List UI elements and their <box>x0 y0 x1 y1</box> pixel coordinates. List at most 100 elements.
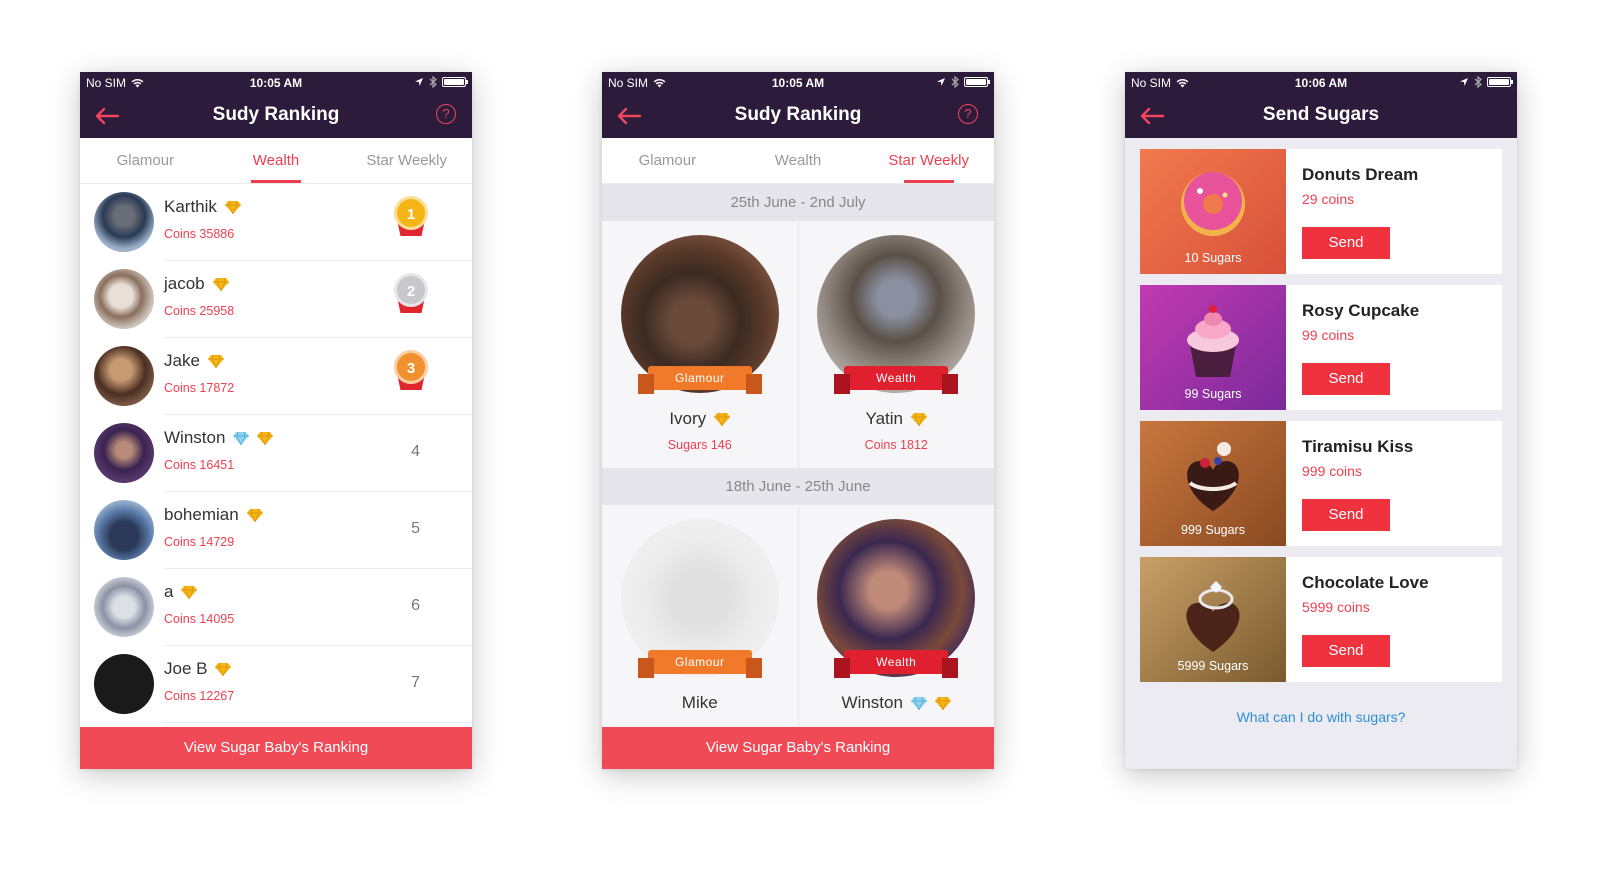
list-item[interactable]: Winston Coins 16451 4 <box>80 415 472 492</box>
wealth-ribbon-icon: Wealth <box>834 366 959 394</box>
list-item[interactable]: Jake Coins 17872 3 <box>80 338 472 415</box>
sugars-count: 5999 Sugars <box>1177 659 1249 673</box>
send-button[interactable]: Send <box>1302 363 1390 395</box>
help-icon[interactable]: ? <box>436 104 456 124</box>
user-name: Joe B <box>164 659 208 678</box>
winner-name: Mike <box>681 693 718 712</box>
send-button[interactable]: Send <box>1302 499 1390 531</box>
page-title: Sudy Ranking <box>212 104 340 125</box>
phone-send-sugars: No SIM 10:06 AM Send Sugars 10 Sugars Do… <box>1125 72 1517 769</box>
avatar <box>94 500 154 560</box>
gold-medal-icon: 1 <box>394 196 428 240</box>
gift-list: 10 Sugars Donuts Dream 29 coins Send 99 … <box>1125 138 1517 769</box>
gift-price: 5999 coins <box>1302 599 1370 615</box>
tab-star-weekly[interactable]: Star Weekly <box>341 138 472 183</box>
gold-diamond-icon <box>207 354 224 368</box>
gold-diamond-icon <box>911 412 927 426</box>
nav-bar: Sudy Ranking ? <box>80 94 472 138</box>
nav-bar: Sudy Ranking ? <box>602 94 994 138</box>
coins-label: Coins 14095 <box>164 612 235 626</box>
week-range: 18th June - 25th June <box>602 468 994 505</box>
sugars-count: 999 Sugars <box>1181 523 1245 537</box>
winner-card-glamour[interactable]: Glamour Ivory Sugars 146 <box>602 221 799 468</box>
sugars-count: 10 Sugars <box>1184 251 1242 265</box>
send-button[interactable]: Send <box>1302 227 1390 259</box>
blue-diamond-icon <box>233 431 250 445</box>
phone-star-weekly: No SIM 10:05 AM Sudy Ranking ? Glamour W… <box>602 72 994 769</box>
coins-label: Coins 12267 <box>164 689 235 703</box>
gift-name: Chocolate Love <box>1302 573 1429 592</box>
glamour-ribbon-icon: Glamour <box>637 366 762 394</box>
gold-diamond-icon <box>224 200 241 214</box>
gold-diamond-icon <box>934 696 951 710</box>
list-item[interactable]: Joe B Coins 12267 7 <box>80 646 472 723</box>
user-name: Jake <box>164 351 200 370</box>
week-winners: Glamour Ivory Sugars 146 Wealth Yatin Co… <box>602 221 994 468</box>
page-title: Send Sugars <box>1262 104 1380 125</box>
user-name: Winston <box>164 428 226 447</box>
gift-name: Tiramisu Kiss <box>1302 437 1414 456</box>
winner-card-wealth[interactable]: Wealth Winston <box>799 505 995 752</box>
user-name: a <box>164 582 174 601</box>
coins-label: Coins 14729 <box>164 535 235 549</box>
view-sugar-baby-ranking-button[interactable]: View Sugar Baby's Ranking <box>80 727 472 769</box>
donut-icon: 10 Sugars <box>1140 149 1286 274</box>
gift-price: 999 coins <box>1302 463 1362 479</box>
winner-card-glamour[interactable]: Glamour Mike <box>602 505 799 752</box>
winner-card-wealth[interactable]: Wealth Yatin Coins 1812 <box>799 221 995 468</box>
gold-diamond-icon <box>714 412 731 426</box>
bluetooth-icon <box>429 76 437 88</box>
battery-icon <box>442 77 468 87</box>
tab-wealth[interactable]: Wealth <box>733 138 864 183</box>
what-can-i-do-with-sugars-link[interactable]: What can I do with sugars? <box>1140 693 1502 725</box>
gift-item: 5999 Sugars Chocolate Love 5999 coins Se… <box>1140 557 1502 682</box>
tab-glamour[interactable]: Glamour <box>602 138 733 183</box>
list-item[interactable]: a Coins 14095 6 <box>80 569 472 646</box>
ranking-tabs: Glamour Wealth Star Weekly <box>602 138 994 184</box>
location-icon <box>937 78 945 86</box>
tab-wealth[interactable]: Wealth <box>211 138 342 183</box>
winner-name: Ivory <box>669 409 707 428</box>
winner-name: Winston <box>841 693 903 712</box>
cake-icon: 999 Sugars <box>1140 421 1286 546</box>
gift-price: 29 coins <box>1302 191 1355 207</box>
winner-name: Yatin <box>865 409 904 428</box>
avatar <box>94 577 154 637</box>
rank-number: 4 <box>411 443 420 460</box>
week-winners: Glamour Mike Wealth Winston <box>602 505 994 752</box>
gift-item: 10 Sugars Donuts Dream 29 coins Send <box>1140 149 1502 274</box>
user-name: bohemian <box>164 505 239 524</box>
list-item[interactable]: Karthik Coins 35886 1 <box>80 184 472 261</box>
rank-number: 6 <box>411 597 420 614</box>
page-title: Sudy Ranking <box>734 104 862 125</box>
gold-diamond-icon <box>246 508 263 522</box>
blue-diamond-icon <box>910 696 927 710</box>
sugars-count: 99 Sugars <box>1184 387 1242 401</box>
silver-medal-icon: 2 <box>394 273 428 317</box>
avatar <box>94 192 154 252</box>
gold-diamond-icon <box>212 277 229 291</box>
location-icon <box>1460 78 1468 86</box>
coins-label: Coins 17872 <box>164 381 235 395</box>
wealth-ribbon-icon: Wealth <box>834 650 959 678</box>
list-item[interactable]: jacob Coins 25958 2 <box>80 261 472 338</box>
tab-glamour[interactable]: Glamour <box>80 138 211 183</box>
user-name: Karthik <box>164 197 217 216</box>
avatar <box>94 346 154 406</box>
coins-label: Coins 25958 <box>164 304 235 318</box>
rank-number: 7 <box>411 674 420 691</box>
view-sugar-baby-ranking-button[interactable]: View Sugar Baby's Ranking <box>602 727 994 769</box>
list-item[interactable]: bohemian Coins 14729 5 <box>80 492 472 569</box>
cupcake-icon: 99 Sugars <box>1140 285 1286 410</box>
bluetooth-icon <box>951 76 959 88</box>
status-bar: No SIM 10:06 AM <box>1125 72 1517 94</box>
avatar <box>94 423 154 483</box>
gift-item: 999 Sugars Tiramisu Kiss 999 coins Send <box>1140 421 1502 546</box>
status-bar: No SIM 10:05 AM <box>80 72 472 94</box>
bluetooth-icon <box>1474 76 1482 88</box>
gift-item: 99 Sugars Rosy Cupcake 99 coins Send <box>1140 285 1502 410</box>
ring-heart-icon: 5999 Sugars <box>1140 557 1286 682</box>
help-icon[interactable]: ? <box>958 104 978 124</box>
tab-star-weekly[interactable]: Star Weekly <box>863 138 994 183</box>
send-button[interactable]: Send <box>1302 635 1390 667</box>
